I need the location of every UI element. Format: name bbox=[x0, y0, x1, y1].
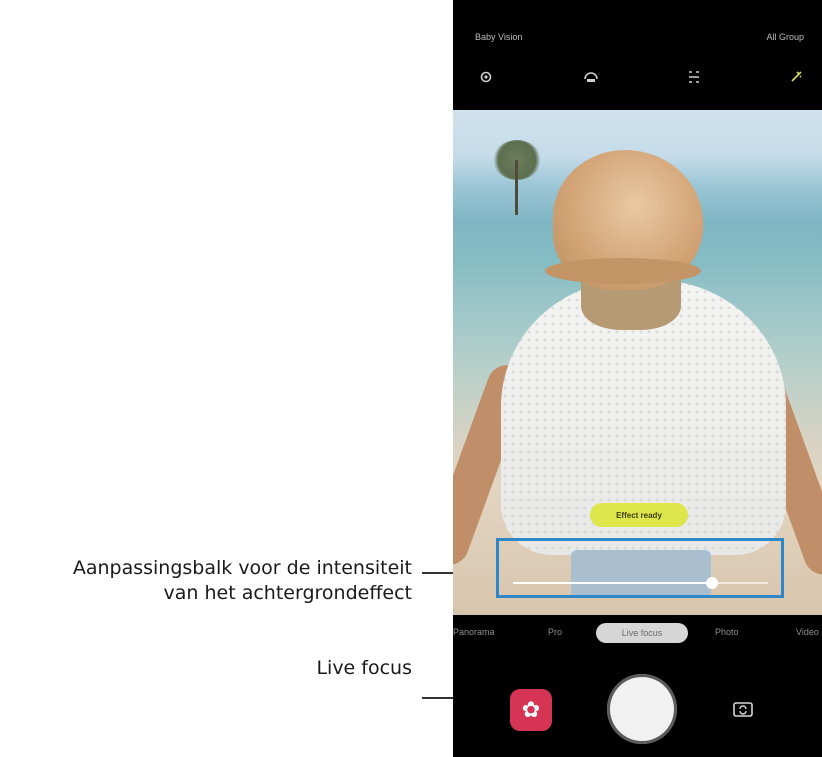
timer-icon[interactable] bbox=[580, 66, 602, 88]
intensity-slider-highlight bbox=[496, 538, 784, 598]
callout-livefocus-label: Live focus bbox=[316, 657, 412, 679]
mode-panorama[interactable]: Panorama bbox=[453, 627, 495, 637]
mode-bar: Panorama Pro Live focus Photo Video bbox=[453, 615, 822, 655]
ratio-icon[interactable] bbox=[683, 66, 705, 88]
status-left-text: Baby Vision bbox=[475, 32, 523, 42]
mode-pro[interactable]: Pro bbox=[548, 627, 562, 637]
callout-intensity-line2: van het achtergrondeffect bbox=[163, 582, 412, 604]
status-bar: Baby Vision All Group bbox=[453, 0, 822, 60]
flower-icon: ✿ bbox=[521, 697, 541, 722]
callout-intensity-label: Aanpassingsbalk voor de intensiteit van … bbox=[73, 556, 412, 606]
shutter-button[interactable] bbox=[607, 674, 677, 744]
mode-live-focus[interactable]: Live focus bbox=[596, 623, 688, 643]
phone-screen: Baby Vision All Group Effect ready Panor… bbox=[453, 0, 822, 757]
status-right-text: All Group bbox=[766, 32, 804, 42]
camera-viewfinder[interactable]: Effect ready bbox=[453, 110, 822, 615]
effect-icon[interactable] bbox=[785, 66, 807, 88]
switch-camera-button[interactable] bbox=[731, 697, 755, 721]
hat-brim-image bbox=[545, 258, 701, 284]
callout-intensity-line1: Aanpassingsbalk voor de intensiteit bbox=[72, 557, 412, 579]
settings-icon[interactable] bbox=[475, 66, 497, 88]
switch-camera-icon bbox=[733, 702, 753, 717]
mode-photo[interactable]: Photo bbox=[715, 627, 739, 637]
tree-trunk-image bbox=[515, 160, 518, 215]
effect-ready-badge: Effect ready bbox=[590, 503, 688, 527]
camera-toolbar bbox=[453, 60, 822, 110]
mode-video[interactable]: Video bbox=[796, 627, 819, 637]
bixby-vision-button[interactable]: ✿ bbox=[510, 689, 552, 731]
